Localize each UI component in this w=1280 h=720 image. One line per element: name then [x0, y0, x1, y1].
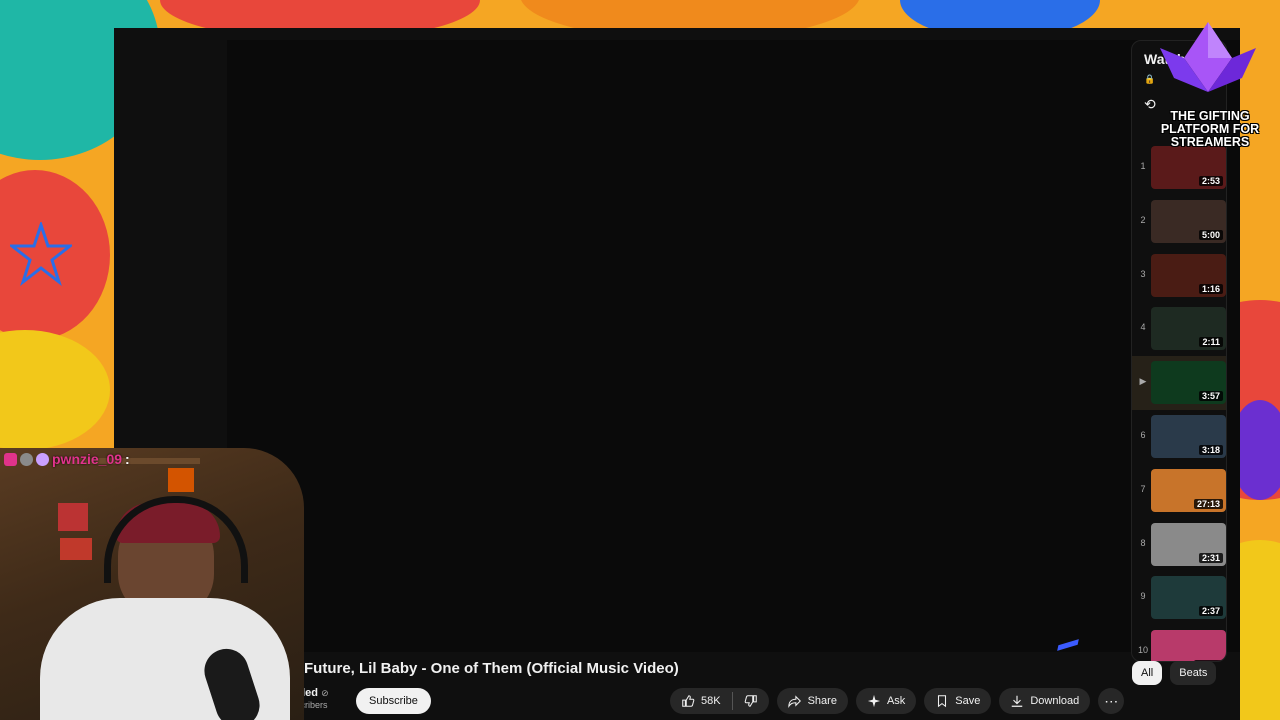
download-icon [1012, 695, 1023, 707]
thumbs-down-icon [744, 695, 757, 707]
dislike-button[interactable] [733, 688, 769, 714]
playlist-duration: 2:11 [1199, 337, 1223, 348]
playlist-thumbnail[interactable]: 26:58 [1151, 630, 1226, 661]
playlist-thumbnail[interactable]: 2:11 [1151, 307, 1226, 351]
chat-badge-icon [4, 452, 17, 466]
playlist-thumbnail[interactable]: 3:57 [1151, 361, 1226, 405]
promo-overlay: THE GIFTING PLATFORM FOR STREAMERS [1140, 18, 1276, 158]
playlist-item[interactable]: 1026:58 [1132, 625, 1226, 661]
playlist-duration: 2:53 [1198, 176, 1223, 186]
playlist-thumbnail[interactable]: 5:00 [1151, 199, 1226, 243]
share-button[interactable]: Share [776, 688, 848, 714]
playlist-thumbnail[interactable]: 27:13 [1151, 468, 1226, 512]
playlist-thumbnail[interactable]: 1:16 [1151, 253, 1226, 297]
shoe-box [58, 503, 88, 531]
crystal-logo-icon [1160, 22, 1256, 92]
playlist-item-number: 6 [1140, 430, 1146, 440]
playlist-item-number: 7 [1140, 483, 1146, 494]
playlist-item[interactable]: 4 2:11 [1132, 302, 1226, 356]
playlist-item-number: 4 [1140, 322, 1146, 333]
chip-all[interactable]: All [1132, 661, 1163, 685]
playlist-duration: 1:16 [1198, 283, 1223, 294]
video-player[interactable]: vevo [227, 40, 1240, 652]
playlist-duration: 2:37 [1198, 606, 1223, 617]
ask-label: Ask [886, 695, 906, 707]
playlist-item-number: 10 [1138, 645, 1149, 656]
download-label: Download [1030, 695, 1080, 707]
playlist-item-number: 9 [1140, 591, 1146, 602]
webcam-feed [0, 448, 304, 720]
sparkle-icon [867, 694, 881, 708]
playlist-thumbnail[interactable]: 3:18 [1151, 415, 1226, 458]
action-bar: 58K Share Ask Save Download ⋯ [670, 688, 1125, 714]
playlist-duration: 5:00 [1198, 229, 1223, 240]
chat-message: pwnzie_09 : [4, 451, 130, 467]
share-icon [787, 695, 801, 708]
playlist-item-number: 8 [1140, 537, 1146, 548]
playlist-thumbnail[interactable]: 2:37 [1151, 576, 1226, 620]
playlist-item[interactable]: 8 2:31 [1132, 518, 1226, 572]
save-label: Save [955, 695, 981, 707]
subscribe-button[interactable]: Subscribe [356, 688, 431, 714]
video-frame[interactable] [227, 40, 1240, 652]
playlist-item-number: 3 [1140, 268, 1146, 279]
chat-separator: : [125, 451, 130, 467]
playlist-item-number: 1 [1140, 161, 1146, 171]
playlist-item[interactable]: 7 27:13 [1132, 464, 1226, 518]
thumbs-up-icon [682, 695, 695, 707]
shoe-box [168, 468, 194, 492]
playlist-item[interactable]: 3 1:16 [1132, 249, 1226, 303]
playlist-item-number: ▶ [1139, 376, 1147, 387]
shoe-box [60, 538, 92, 560]
playlist-duration: 27:13 [1193, 498, 1223, 509]
playlist-item[interactable]: ▶ 3:57 [1132, 356, 1226, 411]
playlist-item[interactable]: 2 5:00 [1132, 195, 1226, 249]
playlist-item[interactable]: 6 3:18 [1132, 410, 1226, 464]
ask-button[interactable]: Ask [855, 688, 917, 714]
like-dislike-group: 58K [670, 688, 769, 714]
playlist-duration: 3:18 [1198, 445, 1223, 455]
chip-beats[interactable]: Beats [1170, 661, 1217, 685]
star-icon [10, 222, 72, 287]
playlist-item-number: 2 [1140, 214, 1146, 225]
chat-username: pwnzie_09 [52, 451, 123, 467]
playlist-item[interactable]: 9 2:37 [1132, 571, 1226, 625]
promo-text: THE GIFTING PLATFORM FOR STREAMERS [1160, 109, 1260, 149]
like-count: 58K [701, 695, 721, 707]
download-button[interactable]: Download [999, 688, 1091, 714]
playlist-thumbnail[interactable]: 2:31 [1151, 522, 1226, 566]
more-actions-button[interactable]: ⋯ [1098, 688, 1125, 714]
filter-chips: All Beats [1132, 661, 1217, 685]
playlist-duration: 2:31 [1198, 552, 1223, 563]
video-title: Future, Lil Baby - One of Them (Official… [304, 660, 679, 677]
playlist-duration: 3:57 [1198, 391, 1223, 402]
more-icon: ⋯ [1104, 692, 1119, 709]
chat-badge-icon [20, 452, 33, 466]
like-button[interactable]: 58K [670, 688, 732, 714]
bookmark-icon [938, 695, 947, 708]
verified-icon: ⊘ [321, 688, 329, 698]
share-label: Share [807, 695, 837, 707]
save-button[interactable]: Save [924, 688, 992, 714]
chat-badge-icon [36, 452, 49, 466]
